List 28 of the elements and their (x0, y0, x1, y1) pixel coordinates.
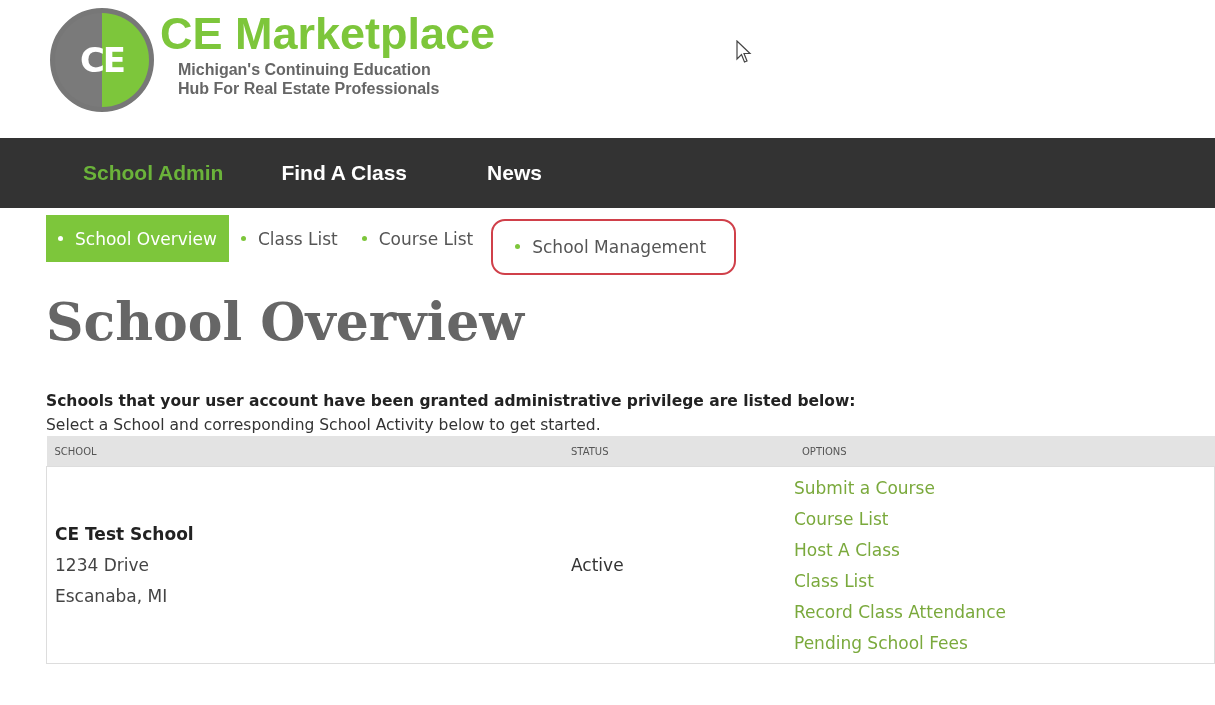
school-name: CE Test School (55, 523, 195, 546)
subnav-tab[interactable]: Course List (349, 215, 486, 262)
option-link[interactable]: Class List (794, 566, 1214, 597)
site-title[interactable]: CE Marketplace (160, 8, 496, 60)
status-cell: Active (563, 466, 772, 664)
tagline: Michigan's Continuing Education (178, 60, 432, 79)
logo-letters: CE (79, 40, 125, 80)
option-link[interactable]: Record Class Attendance (794, 597, 1214, 628)
cursor-icon (736, 40, 752, 64)
column-header: STATUS (563, 436, 772, 467)
nav-link[interactable]: News (487, 161, 542, 185)
column-header: OPTIONS (772, 436, 1215, 467)
nav-link[interactable]: School Admin (83, 161, 224, 185)
intro-text: Schools that your user account have been granted administrative privilege are listed below: (46, 392, 857, 410)
option-link[interactable]: Submit a Course (794, 473, 1214, 504)
subnav-tab[interactable]: School Management (491, 218, 737, 275)
option-link[interactable]: Pending School Fees (794, 628, 1214, 659)
page-heading: School Overview (46, 290, 526, 354)
option-link[interactable]: Course List (794, 504, 1214, 535)
subnav-tab[interactable]: School Overview (46, 215, 229, 262)
school-address: Escanaba, MI (55, 585, 169, 608)
hint-text: Select a School and corresponding School Activity below to get started. (46, 416, 602, 434)
school-address: 1234 Drive (55, 554, 150, 577)
option-link[interactable]: Host A Class (794, 535, 1214, 566)
tagline: Hub For Real Estate Professionals (178, 79, 441, 98)
column-header: SCHOOL (46, 436, 563, 467)
nav-link[interactable]: Find A Class (281, 161, 408, 185)
subnav-tab[interactable]: Class List (228, 215, 350, 262)
